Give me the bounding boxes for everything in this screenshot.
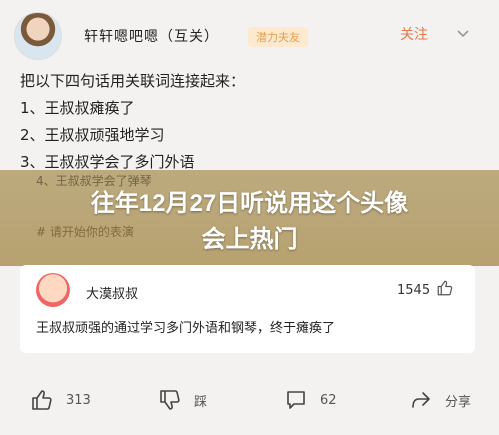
like-count: 313 [66, 392, 91, 408]
follow-button[interactable]: 关注 [400, 24, 428, 44]
comment-card[interactable]: 大漠叔叔 1545 王叔叔顽强的通过学习多门外语和钢琴，终于瘫痪了 [20, 265, 475, 353]
share-action[interactable]: 分享 [409, 380, 471, 420]
overlay-title-line1: 往年12月27日听说用这个头像 [90, 190, 409, 217]
question-item: 2、王叔叔顽强地学习 [20, 126, 165, 144]
action-bar: 313 踩 62 分享 [0, 380, 499, 420]
thumbs-up-icon [32, 390, 52, 410]
overlay-faded-hashtag: # 请开始你的表演 [36, 225, 134, 239]
dislike-action[interactable]: 踩 [158, 380, 207, 420]
comment-icon [287, 391, 305, 409]
thumbs-down-icon [160, 390, 180, 410]
comment-like-count: 1545 [397, 283, 431, 298]
question-prompt: 把以下四句话用关联词连接起来： [20, 72, 246, 90]
commenter-name[interactable]: 大漠叔叔 [86, 283, 138, 302]
comment-count: 62 [320, 392, 337, 408]
like-action[interactable]: 313 [30, 380, 91, 420]
comment-like-icon[interactable] [436, 279, 454, 297]
comment-action[interactable]: 62 [284, 380, 337, 420]
commenter-avatar[interactable] [36, 273, 70, 307]
author-badge: 潜力夫友 [248, 27, 308, 47]
question-item: 1、王叔叔瘫痪了 [20, 99, 135, 117]
post-header: 轩轩嗯吧嗯（互关） 潜力夫友 关注 [0, 0, 499, 70]
author-avatar[interactable] [14, 12, 62, 60]
overlay-title: 往年12月27日听说用这个头像 会上热门 [0, 186, 499, 258]
question-block: 把以下四句话用关联词连接起来： 1、王叔叔瘫痪了 2、王叔叔顽强地学习 3、王叔… [20, 68, 245, 176]
share-icon [412, 392, 430, 408]
comment-text: 王叔叔顽强的通过学习多门外语和钢琴，终于瘫痪了 [36, 321, 336, 336]
chevron-down-icon[interactable] [456, 27, 470, 41]
share-label: 分享 [445, 394, 472, 410]
title-overlay: 4、王叔叔学会了弹琴 往年12月27日听说用这个头像 会上热门 # 请开始你的表… [0, 170, 499, 266]
author-name[interactable]: 轩轩嗯吧嗯（互关） [84, 26, 219, 46]
dislike-label: 踩 [194, 394, 208, 410]
